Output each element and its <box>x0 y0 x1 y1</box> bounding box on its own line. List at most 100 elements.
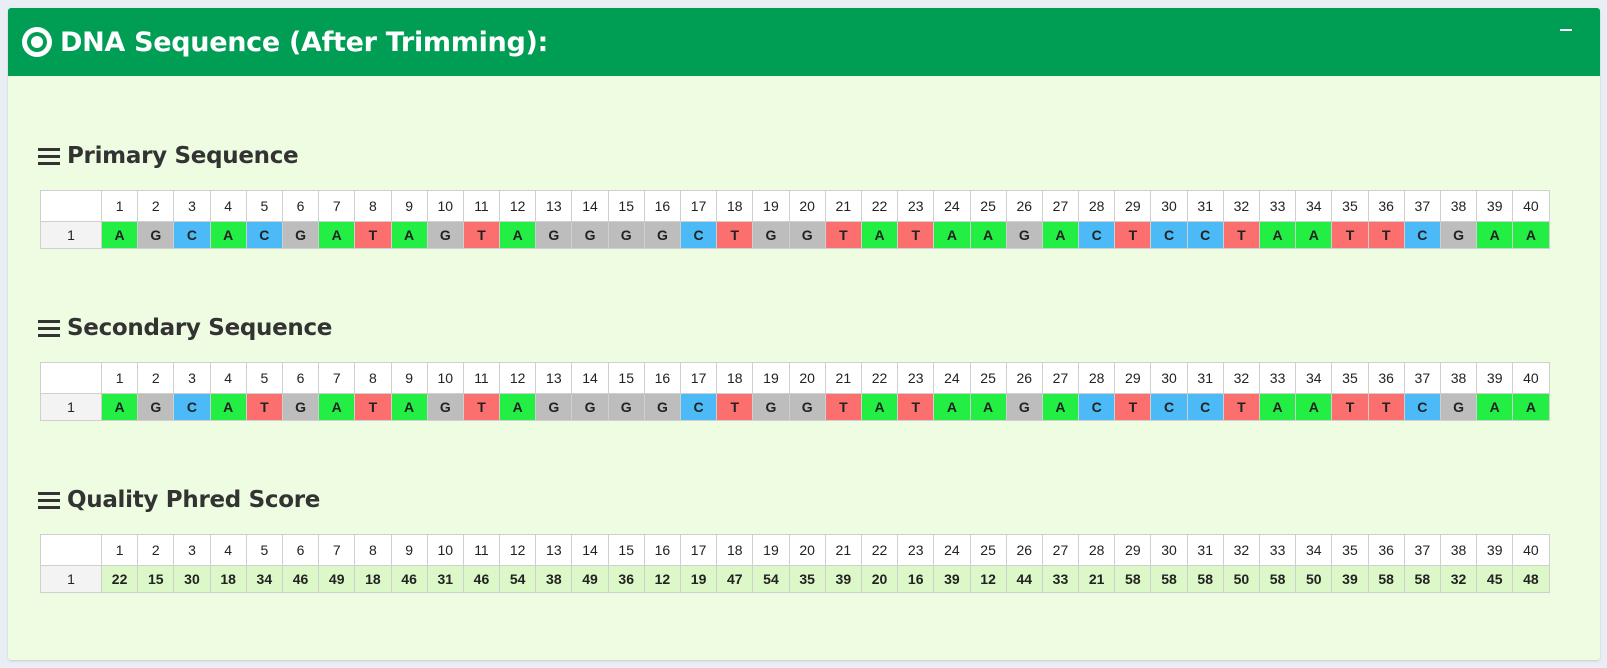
base-cell: T <box>1331 221 1369 249</box>
quality-score-cell: 49 <box>318 565 356 593</box>
column-header: 14 <box>571 362 609 394</box>
base-cell: G <box>281 221 320 249</box>
column-header: 7 <box>318 190 356 222</box>
column-header: 3 <box>173 534 211 566</box>
base-cell: C <box>173 221 211 249</box>
quality-score-cell: 58 <box>1403 565 1441 593</box>
quality-score-cell: 38 <box>535 565 573 593</box>
quality-score-cell: 30 <box>173 565 211 593</box>
column-header: 10 <box>426 534 464 566</box>
base-cell: A <box>860 393 899 421</box>
column-header: 34 <box>1295 534 1333 566</box>
column-header: 24 <box>933 362 971 394</box>
column-header: 4 <box>209 362 247 394</box>
column-header: 18 <box>716 362 754 394</box>
column-header: 12 <box>499 362 537 394</box>
base-cell: G <box>788 221 826 249</box>
column-header: 24 <box>933 534 971 566</box>
column-header: 11 <box>462 362 501 394</box>
base-cell: C <box>1403 393 1441 421</box>
base-cell: C <box>679 393 718 421</box>
secondary-sequence-table: 1 2 3 4 5 6 7 8 9 10 11 12 13 14 15 16 17 18 19 20 21 22 23 24 2… <box>40 362 1550 421</box>
column-header: 36 <box>1367 362 1405 394</box>
quality-score-cell: 15 <box>137 565 175 593</box>
column-header: 12 <box>499 534 537 566</box>
base-cell: C <box>1403 221 1441 249</box>
column-header: 14 <box>571 190 609 222</box>
column-header: 35 <box>1331 362 1369 394</box>
base-cell: T <box>897 393 935 421</box>
quality-score-cell: 49 <box>571 565 609 593</box>
column-header: 23 <box>897 534 935 566</box>
column-header: 7 <box>318 534 356 566</box>
column-header: 36 <box>1367 534 1405 566</box>
column-header: 30 <box>1150 190 1188 222</box>
column-header: 19 <box>752 190 790 222</box>
quality-score-cell: 45 <box>1476 565 1514 593</box>
column-header: 13 <box>535 534 573 566</box>
base-cell: A <box>1258 393 1297 421</box>
base-cell: T <box>462 221 501 249</box>
column-header: 18 <box>716 534 754 566</box>
column-header: 23 <box>897 362 935 394</box>
panel-title: DNA Sequence (After Trimming): <box>60 26 549 58</box>
column-header: 26 <box>1005 362 1043 394</box>
column-header: 1 <box>100 190 139 222</box>
base-cell: T <box>462 393 501 421</box>
column-header: 39 <box>1476 362 1514 394</box>
base-cell: T <box>1114 221 1152 249</box>
column-header: 6 <box>281 362 320 394</box>
base-cell: A <box>1512 221 1550 249</box>
column-header: 11 <box>462 534 501 566</box>
column-header: 15 <box>607 362 645 394</box>
base-cell: G <box>1439 393 1478 421</box>
base-cell: G <box>1439 221 1478 249</box>
column-header: 7 <box>318 362 356 394</box>
base-cell: G <box>643 393 682 421</box>
quality-score-cell: 47 <box>716 565 754 593</box>
column-header: 3 <box>173 190 211 222</box>
base-cell: A <box>969 221 1007 249</box>
column-header: 35 <box>1331 190 1369 222</box>
base-cell: C <box>1078 393 1116 421</box>
base-cell: T <box>897 221 935 249</box>
quality-score-cell: 39 <box>1331 565 1369 593</box>
base-cell: C <box>1078 221 1116 249</box>
quality-score-cell: 34 <box>245 565 283 593</box>
column-header: 4 <box>209 534 247 566</box>
base-cell: G <box>137 221 175 249</box>
column-header: 16 <box>643 534 682 566</box>
column-header: 38 <box>1439 190 1478 222</box>
base-cell: G <box>1005 393 1043 421</box>
quality-score-table-wrap[interactable]: 1 2 3 4 5 6 7 8 9 10 11 12 13 14 15 16 17 18 19 20 21 22 23 24 2… <box>40 534 1568 593</box>
column-header: 37 <box>1403 190 1441 222</box>
list-icon <box>38 146 60 166</box>
primary-sequence-table-wrap[interactable]: 1 2 3 4 5 6 7 8 9 10 11 12 13 14 15 16 17 18 19 20 21 22 23 24 2… <box>40 190 1568 249</box>
base-cell: T <box>716 393 754 421</box>
column-header: 8 <box>354 534 392 566</box>
quality-score-cell: 33 <box>1041 565 1080 593</box>
corner-cell <box>40 362 102 394</box>
quality-score-cell: 21 <box>1078 565 1116 593</box>
base-cell: G <box>752 221 790 249</box>
quality-score-cell: 46 <box>390 565 428 593</box>
quality-score-heading: Quality Phred Score <box>38 484 320 516</box>
quality-score-cell: 48 <box>1512 565 1550 593</box>
column-header: 26 <box>1005 534 1043 566</box>
column-header: 39 <box>1476 534 1514 566</box>
column-header: 20 <box>788 534 826 566</box>
base-cell: T <box>1331 393 1369 421</box>
column-header: 8 <box>354 190 392 222</box>
column-header: 31 <box>1186 534 1224 566</box>
base-cell: A <box>860 221 899 249</box>
collapse-button[interactable] <box>1556 20 1576 40</box>
column-header: 4 <box>209 190 247 222</box>
base-cell: G <box>426 221 464 249</box>
column-header: 32 <box>1222 190 1261 222</box>
base-cell: A <box>499 393 537 421</box>
quality-score-cell: 18 <box>354 565 392 593</box>
column-header: 5 <box>245 362 283 394</box>
base-cell: A <box>390 393 428 421</box>
secondary-sequence-table-wrap[interactable]: 1 2 3 4 5 6 7 8 9 10 11 12 13 14 15 16 17 18 19 20 21 22 23 24 2… <box>40 362 1568 421</box>
quality-score-cell: 50 <box>1295 565 1333 593</box>
